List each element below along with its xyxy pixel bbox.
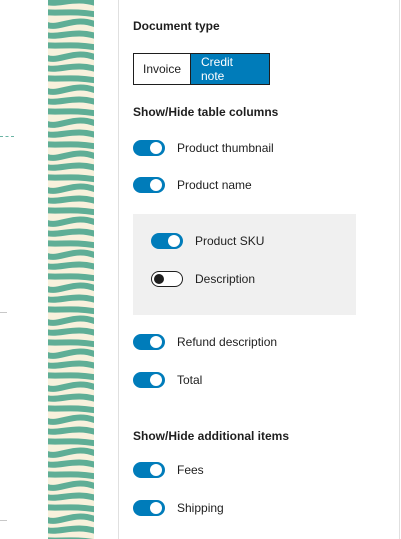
pattern-stripe [48,282,94,293]
settings-panel-border [118,0,119,539]
pattern-stripe [48,414,94,425]
pattern-stripe [48,438,94,447]
toggle-row-description: Description [151,270,255,288]
pattern-stripe [48,63,94,72]
pattern-stripe [48,195,94,204]
pattern-stripe [48,183,94,194]
document-type-heading: Document type [133,19,220,33]
product-sku-toggle[interactable] [151,233,183,249]
pattern-stripe [48,117,94,128]
pattern-stripe [48,249,94,260]
toggle-row-fees: Fees [133,461,204,479]
toggle-row-total: Total [133,371,202,389]
pattern-stripe [48,273,94,282]
toggle-row-product-thumbnail: Product thumbnail [133,139,274,157]
product-name-toggle[interactable] [133,177,165,193]
pattern-stripe [48,228,94,237]
pattern-stripe [48,240,94,249]
table-columns-heading: Show/Hide table columns [133,105,279,119]
pattern-stripe [48,75,94,84]
pattern-stripe [48,426,94,435]
pattern-stripe [48,525,94,534]
preview-rule [0,520,7,521]
pattern-stripe [48,174,94,183]
toggle-label: Product name [177,178,252,192]
pattern-stripe [48,471,94,480]
toggle-row-product-sku: Product SKU [151,232,264,250]
pattern-stripe [48,381,94,392]
pattern-stripe [48,108,94,117]
fees-toggle[interactable] [133,462,165,478]
pattern-stripe [48,51,94,62]
pattern-stripe [48,306,94,315]
invoice-option-button[interactable]: Invoice [133,53,191,85]
toggle-label: Product SKU [195,234,265,248]
pattern-stripe [48,405,94,414]
decorative-pattern [48,0,94,539]
shipping-toggle[interactable] [133,500,165,516]
pattern-stripe [48,261,94,270]
pattern-stripe [48,96,94,105]
pattern-stripe [48,294,94,303]
toggle-row-product-name: Product name [133,176,252,194]
total-toggle[interactable] [133,372,165,388]
pattern-stripe [48,480,94,491]
pattern-stripe [48,0,94,6]
pattern-stripe [48,150,94,161]
pattern-stripe [48,348,94,359]
document-type-switch: Invoice Credit note [133,53,270,85]
pattern-stripe [48,393,94,402]
description-toggle[interactable] [151,271,183,287]
credit-note-option-button[interactable]: Credit note [191,53,270,85]
settings-panel-edge [399,0,400,539]
toggle-label: Description [195,272,256,286]
pattern-stripe [48,447,94,458]
toggle-row-refund-description: Refund description [133,333,277,351]
pattern-stripe [48,141,94,150]
toggle-label: Fees [177,463,204,477]
refund-description-toggle[interactable] [133,334,165,350]
pattern-stripe [48,315,94,326]
product-thumbnail-toggle[interactable] [133,140,165,156]
pattern-stripe [48,327,94,336]
pattern-stripe [48,84,94,95]
pattern-stripe [48,492,94,501]
preview-dashed-line [0,136,14,138]
pattern-stripe [48,339,94,348]
toggle-row-shipping: Shipping [133,499,224,517]
pattern-stripe [48,9,94,18]
toggle-label: Total [177,373,203,387]
pattern-stripe [48,18,94,29]
toggle-label: Product thumbnail [177,141,274,155]
pattern-stripe [48,513,94,524]
pattern-stripe [48,360,94,369]
pattern-stripe [48,42,94,51]
pattern-stripe [48,162,94,171]
pattern-stripe [48,129,94,138]
pattern-stripe [48,30,94,39]
toggle-label: Shipping [177,501,224,515]
pattern-stripe [48,216,94,227]
additional-items-heading: Show/Hide additional items [133,429,290,443]
pattern-stripe [48,372,94,381]
preview-rule [0,312,7,313]
product-name-suboptions [133,214,356,315]
pattern-stripe [48,459,94,468]
pattern-stripe [48,504,94,513]
document-preview [0,0,48,539]
pattern-stripe [48,207,94,216]
toggle-label: Refund description [177,335,278,349]
